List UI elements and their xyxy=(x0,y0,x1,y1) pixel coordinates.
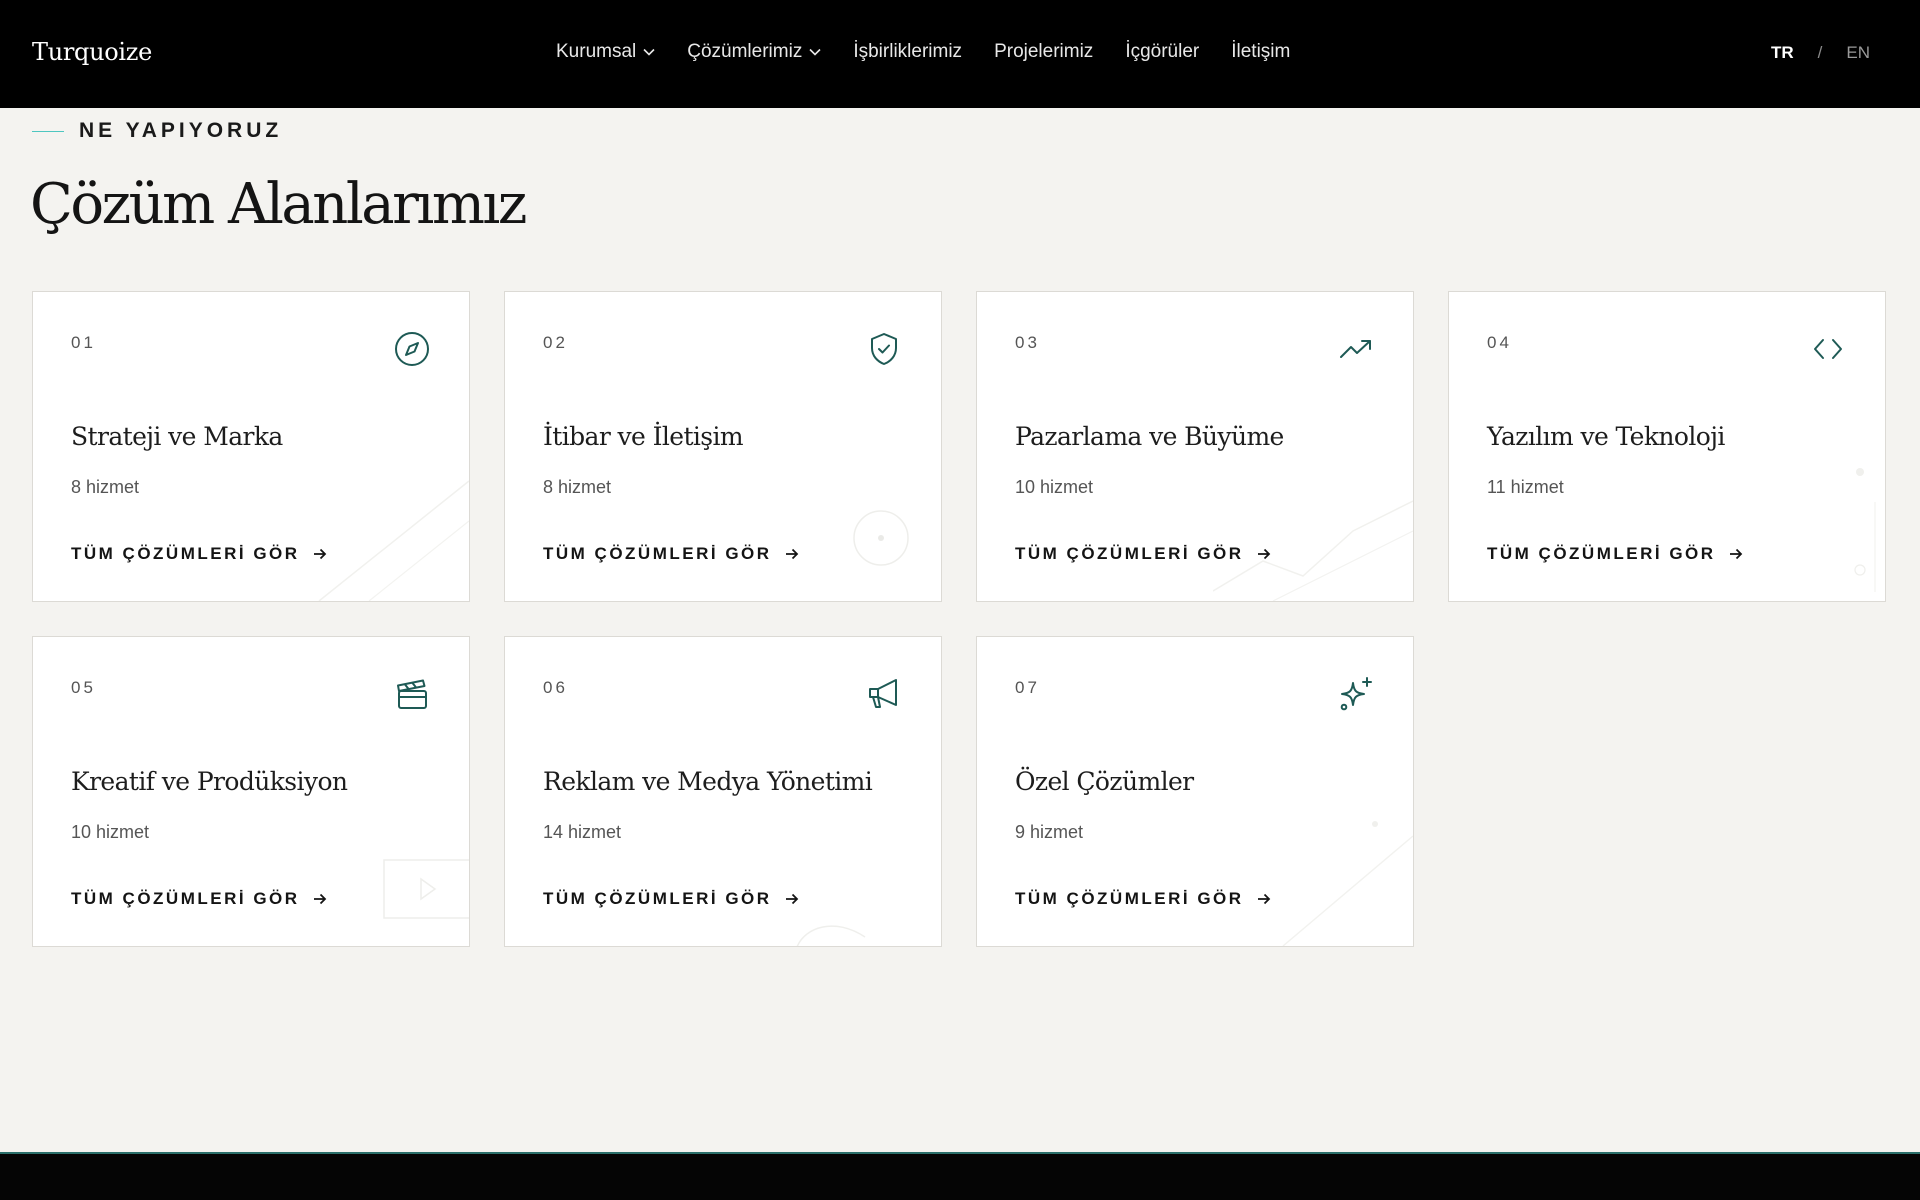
decorative-lines xyxy=(318,480,469,601)
chevron-down-icon xyxy=(809,48,821,56)
view-all-solutions-link[interactable]: TÜM ÇÖZÜMLERİ GÖR xyxy=(1015,544,1271,564)
card-number: 05 xyxy=(71,678,96,697)
card-service-count: 11 hizmet xyxy=(1487,477,1564,497)
section-eyebrow: NE YAPIYORUZ xyxy=(32,119,282,143)
card-number: 07 xyxy=(1015,678,1040,697)
card-number: 02 xyxy=(543,333,568,352)
view-all-solutions-link[interactable]: TÜM ÇÖZÜMLERİ GÖR xyxy=(71,889,327,909)
arrow-right-icon xyxy=(785,548,798,560)
link-label: TÜM ÇÖZÜMLERİ GÖR xyxy=(1015,544,1244,563)
card-service-count: 8 hizmet xyxy=(71,477,140,497)
shield-check-icon xyxy=(871,333,897,365)
main-nav: Kurumsal Çözümlerimiz İşbirliklerimiz Pr… xyxy=(556,41,1322,63)
nav-item-icgoruler[interactable]: İçgörüler xyxy=(1125,41,1199,63)
view-all-solutions-link[interactable]: TÜM ÇÖZÜMLERİ GÖR xyxy=(71,544,327,564)
arrow-right-icon xyxy=(1257,893,1270,905)
card-title: İtibar ve İletişim xyxy=(543,422,744,451)
link-label: TÜM ÇÖZÜMLERİ GÖR xyxy=(1487,544,1716,563)
code-icon xyxy=(1814,339,1842,359)
nav-item-kurumsal[interactable]: Kurumsal xyxy=(556,41,655,63)
solution-card-pazarlama[interactable]: 03 Pazarlama ve Büyüme 10 hizmet TÜM ÇÖZ… xyxy=(976,291,1414,602)
nav-item-label: İletişim xyxy=(1231,41,1291,62)
solution-card-yazilim[interactable]: 04 Yazılım ve Teknoloji 11 hizmet TÜM ÇÖ… xyxy=(1448,291,1886,602)
language-switcher: TR / EN xyxy=(1771,43,1870,63)
lang-separator: / xyxy=(1817,43,1823,62)
link-label: TÜM ÇÖZÜMLERİ GÖR xyxy=(71,544,300,563)
compass-icon xyxy=(395,332,429,366)
link-label: TÜM ÇÖZÜMLERİ GÖR xyxy=(543,544,772,563)
card-number: 04 xyxy=(1487,333,1512,352)
lang-en[interactable]: EN xyxy=(1846,43,1870,63)
arrow-right-icon xyxy=(1729,548,1742,560)
card-service-count: 8 hizmet xyxy=(543,477,612,497)
top-navigation-bar: Turquoize Kurumsal Çözümlerimiz İşbirlik… xyxy=(0,0,1920,108)
decorative-lines xyxy=(1282,821,1413,946)
nav-item-label: İşbirliklerimiz xyxy=(853,41,963,62)
nav-item-isbirliklerimiz[interactable]: İşbirliklerimiz xyxy=(853,41,962,63)
arrow-right-icon xyxy=(1257,548,1270,560)
footer-bar xyxy=(0,1152,1920,1200)
arrow-right-icon xyxy=(313,548,326,560)
sparkles-icon xyxy=(1340,677,1372,711)
nav-item-cozumlerimiz[interactable]: Çözümlerimiz xyxy=(687,41,821,63)
link-label: TÜM ÇÖZÜMLERİ GÖR xyxy=(543,889,772,908)
solution-card-kreatif[interactable]: 05 Kreatif ve Prodüksiyon 10 hizmet TÜM … xyxy=(32,636,470,947)
card-number: 01 xyxy=(71,333,96,352)
nav-item-projelerimiz[interactable]: Projelerimiz xyxy=(994,41,1093,63)
chevron-down-icon xyxy=(643,48,655,56)
decorative-play-frame xyxy=(383,859,469,919)
nav-item-label: İçgörüler xyxy=(1125,41,1200,62)
view-all-solutions-link[interactable]: TÜM ÇÖZÜMLERİ GÖR xyxy=(1015,889,1271,909)
clapperboard-icon xyxy=(397,679,427,709)
card-number: 06 xyxy=(543,678,568,697)
card-number: 03 xyxy=(1015,333,1040,352)
solution-card-ozel[interactable]: 07 Özel Çözümler 9 hizmet TÜM ÇÖZÜMLERİ … xyxy=(976,636,1414,947)
view-all-solutions-link[interactable]: TÜM ÇÖZÜMLERİ GÖR xyxy=(1487,544,1743,564)
arrow-right-icon xyxy=(785,893,798,905)
nav-item-label: Projelerimiz xyxy=(994,41,1094,62)
eyebrow-line xyxy=(32,130,64,132)
solution-card-itibar[interactable]: 02 İtibar ve İletişim 8 hizmet TÜM ÇÖZÜM… xyxy=(504,291,942,602)
eyebrow-text: NE YAPIYORUZ xyxy=(79,119,283,142)
card-title: Strateji ve Marka xyxy=(71,422,283,451)
card-title: Özel Çözümler xyxy=(1015,767,1194,796)
section-title: Çözüm Alanlarımız xyxy=(30,172,527,237)
lang-tr[interactable]: TR xyxy=(1771,43,1794,63)
nav-item-iletisim[interactable]: İletişim xyxy=(1231,41,1290,63)
card-service-count: 10 hizmet xyxy=(1015,477,1094,497)
trending-up-icon xyxy=(1340,340,1371,358)
card-service-count: 14 hizmet xyxy=(543,822,622,842)
card-service-count: 10 hizmet xyxy=(71,822,150,842)
view-all-solutions-link[interactable]: TÜM ÇÖZÜMLERİ GÖR xyxy=(543,889,799,909)
card-service-count: 9 hizmet xyxy=(1015,822,1084,842)
card-title: Yazılım ve Teknoloji xyxy=(1487,422,1725,451)
nav-item-label: Çözümlerimiz xyxy=(687,41,803,62)
card-title: Kreatif ve Prodüksiyon xyxy=(71,767,348,796)
card-title: Reklam ve Medya Yönetimi xyxy=(543,767,873,796)
decorative-dots xyxy=(1854,468,1876,592)
decorative-circle xyxy=(853,510,909,566)
card-title: Pazarlama ve Büyüme xyxy=(1015,422,1284,451)
link-label: TÜM ÇÖZÜMLERİ GÖR xyxy=(71,889,300,908)
link-label: TÜM ÇÖZÜMLERİ GÖR xyxy=(1015,889,1244,908)
decorative-arc xyxy=(796,925,866,946)
logo[interactable]: Turquoize xyxy=(32,38,152,66)
solution-card-reklam[interactable]: 06 Reklam ve Medya Yönetimi 14 hizmet TÜ… xyxy=(504,636,942,947)
view-all-solutions-link[interactable]: TÜM ÇÖZÜMLERİ GÖR xyxy=(543,544,799,564)
megaphone-icon xyxy=(869,679,897,708)
solution-card-strateji[interactable]: 01 Strateji ve Marka 8 hizmet TÜM ÇÖZÜML… xyxy=(32,291,470,602)
nav-item-label: Kurumsal xyxy=(556,41,637,62)
arrow-right-icon xyxy=(313,893,326,905)
